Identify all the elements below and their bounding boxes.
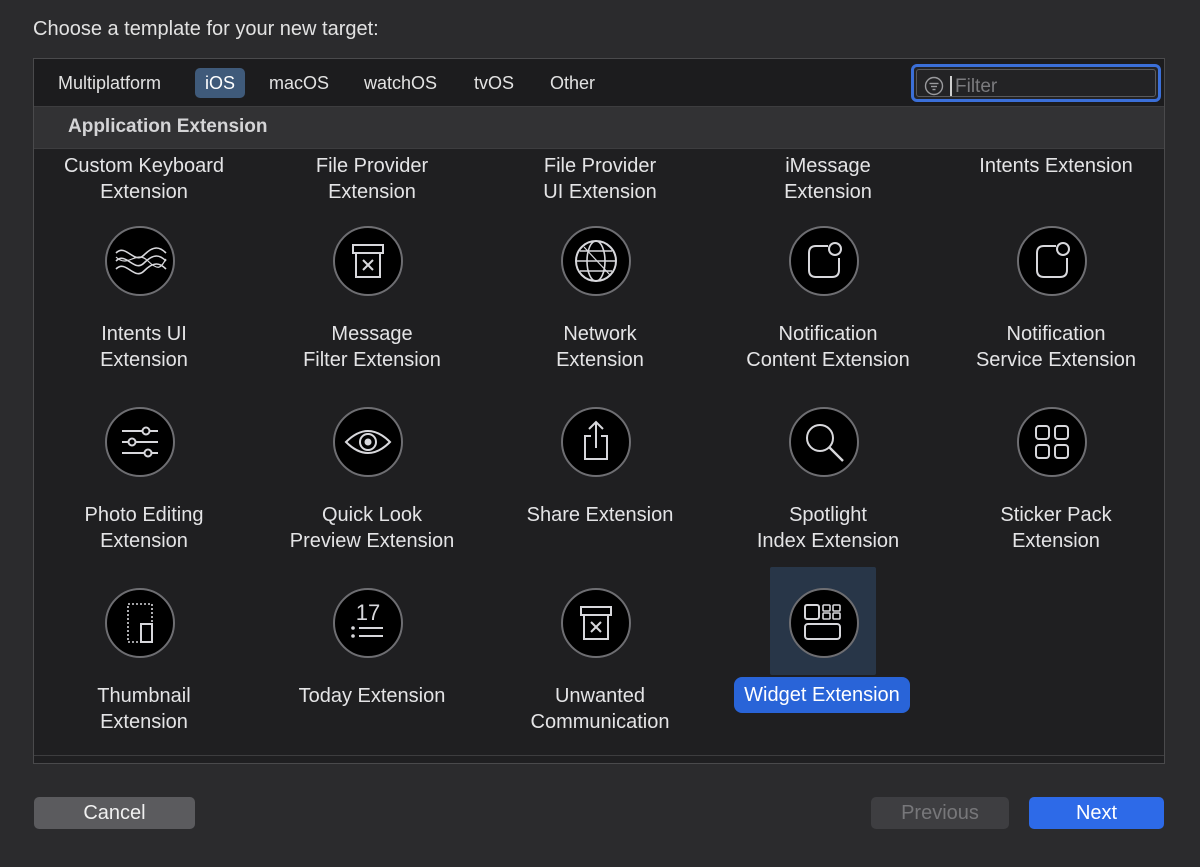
magnifier-icon <box>788 406 860 478</box>
template-label: Unwanted Communication <box>530 685 670 733</box>
filter-input[interactable] <box>953 74 1157 100</box>
template-label: Photo Editing Extension <box>84 504 204 552</box>
tab-tvos[interactable]: tvOS <box>464 68 524 98</box>
widget-icon <box>788 587 860 659</box>
share-icon <box>560 406 632 478</box>
template-label: Spotlight Index Extension <box>756 504 900 552</box>
template-label: File Provider UI Extension <box>543 155 657 203</box>
notification-icon <box>1016 225 1088 297</box>
grid-squares-icon <box>1016 406 1088 478</box>
template-label-selected: Widget Extension <box>734 677 910 713</box>
template-label: File Provider Extension <box>315 155 429 203</box>
template-label: Today Extension <box>298 685 446 707</box>
calendar-list-icon: 17 <box>332 587 404 659</box>
tab-macos[interactable]: macOS <box>259 68 339 98</box>
filter-field[interactable] <box>911 64 1161 102</box>
eye-icon <box>332 406 404 478</box>
filter-field-inner <box>916 69 1157 100</box>
template-label: Network Extension <box>556 323 644 371</box>
template-label: Intents Extension <box>979 155 1133 177</box>
template-label: Notification Service Extension <box>975 323 1137 371</box>
globe-icon <box>560 225 632 297</box>
tab-ios[interactable]: iOS <box>195 68 246 98</box>
cancel-button[interactable]: Cancel <box>34 797 195 829</box>
tab-multiplatform[interactable]: Multiplatform <box>48 68 171 98</box>
template-label: Sticker Pack Extension <box>1000 504 1112 552</box>
template-label: Custom Keyboard Extension <box>63 155 225 203</box>
waves-icon <box>104 225 176 297</box>
template-label: Message Filter Extension <box>303 323 441 371</box>
section-title: Application Extension <box>68 116 268 137</box>
platform-tabbar: Multiplatform iOS macOS watchOS tvOS Oth… <box>34 59 1164 107</box>
template-label: iMessage Extension <box>784 155 872 203</box>
template-label: Intents UI Extension <box>100 323 188 371</box>
section-header: Application Extension <box>34 107 1164 149</box>
filter-box-icon <box>332 225 404 297</box>
template-label: Notification Content Extension <box>746 323 910 371</box>
tab-other[interactable]: Other <box>540 68 605 98</box>
tab-watchos[interactable]: watchOS <box>354 68 447 98</box>
svg-text:17: 17 <box>356 600 380 625</box>
filter-box-icon <box>560 587 632 659</box>
template-panel: Multiplatform iOS macOS watchOS tvOS Oth… <box>33 58 1165 764</box>
previous-button[interactable]: Previous <box>871 797 1009 829</box>
page-heading: Choose a template for your new target: <box>33 18 379 40</box>
panel-footer-divider <box>34 755 1164 763</box>
filter-icon <box>924 76 944 96</box>
notification-icon <box>788 225 860 297</box>
sliders-icon <box>104 406 176 478</box>
thumbnail-icon <box>104 587 176 659</box>
text-caret <box>950 76 952 96</box>
template-label: Thumbnail Extension <box>97 685 191 733</box>
template-grid: Custom Keyboard Extension File Provider … <box>34 149 1164 757</box>
template-label: Share Extension <box>526 504 674 526</box>
template-label: Quick Look Preview Extension <box>289 504 455 552</box>
next-button[interactable]: Next <box>1029 797 1164 829</box>
